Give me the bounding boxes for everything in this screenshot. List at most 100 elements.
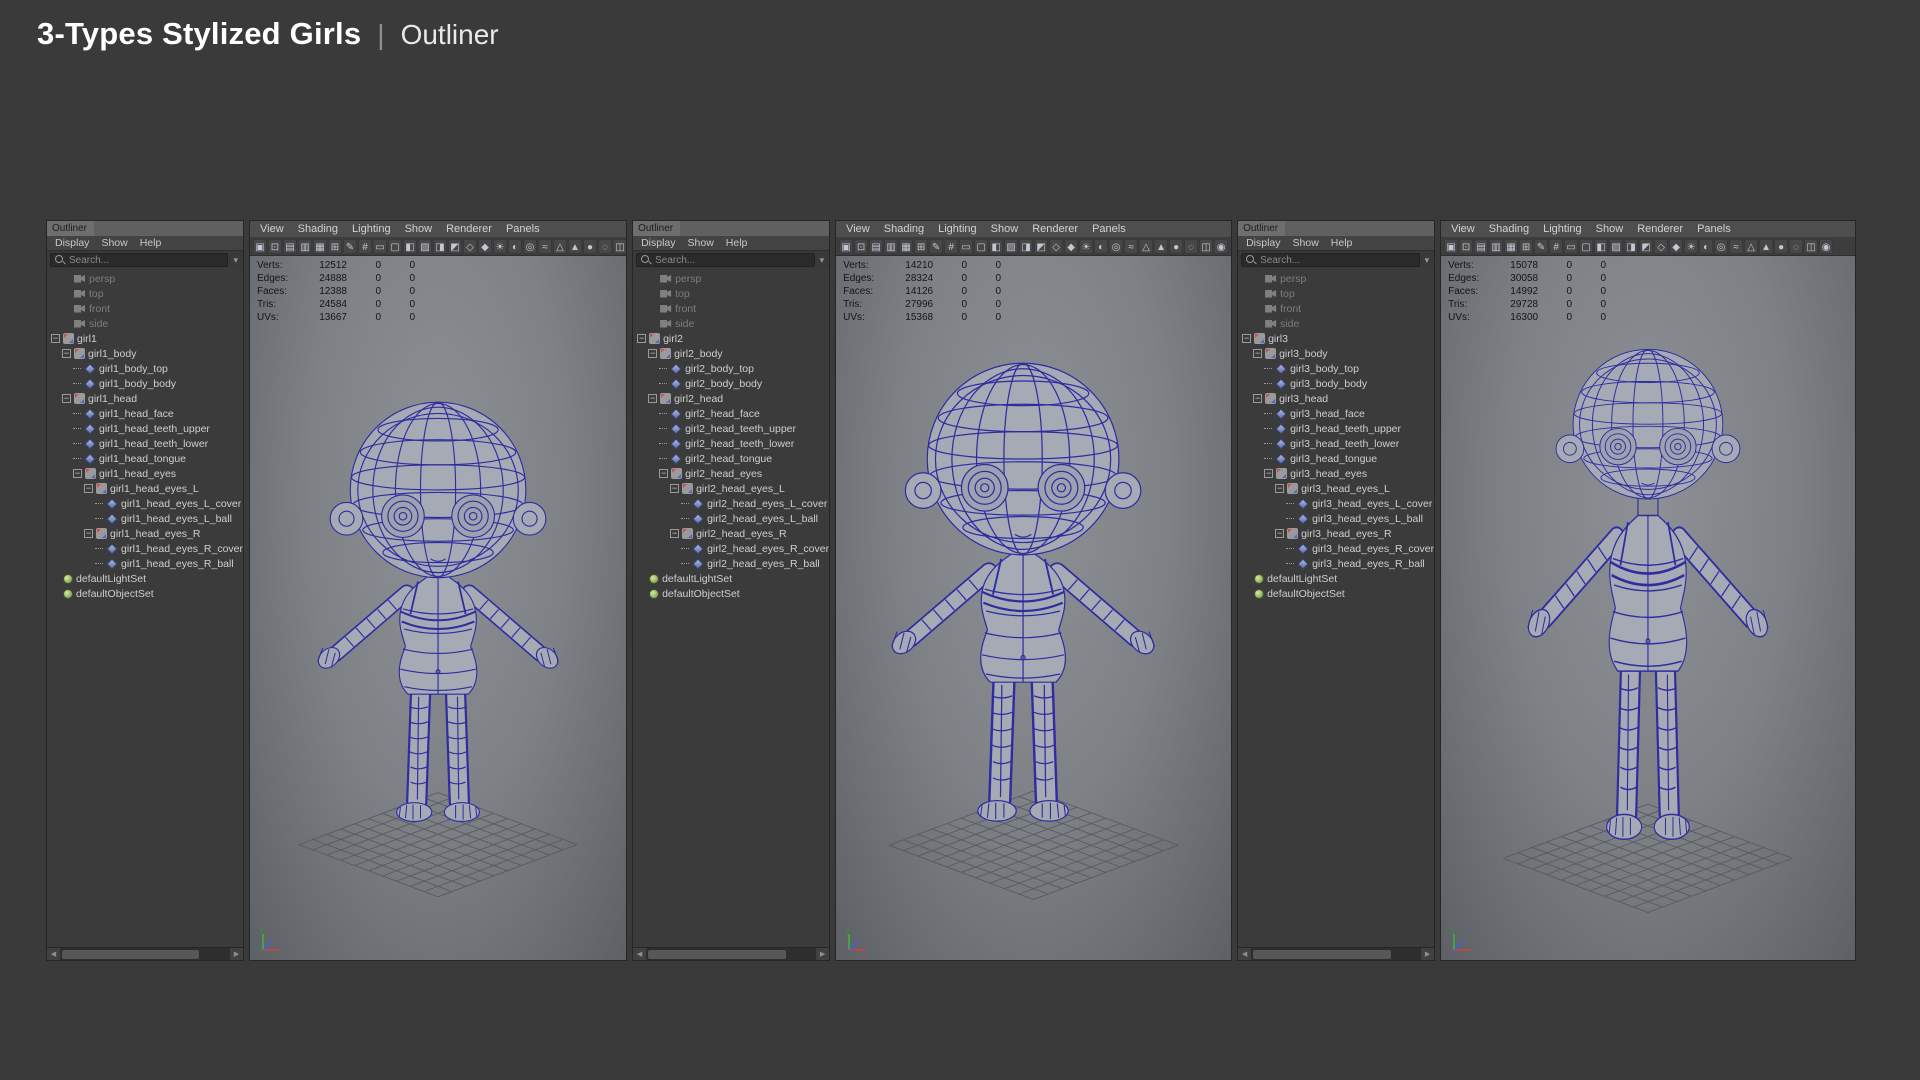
tree-expander-icon[interactable]	[1253, 274, 1262, 283]
field-chart-icon[interactable]: ▨	[1609, 238, 1624, 254]
outliner-tree-item[interactable]: girl1_head_face	[47, 406, 243, 421]
outliner-tree-item[interactable]: − girl1_head_eyes	[47, 466, 243, 481]
outliner-tree-item[interactable]: girl3_head_face	[1238, 406, 1434, 421]
viewport-menu-show[interactable]: Show	[985, 223, 1025, 235]
outliner-tree-item[interactable]: defaultLightSet	[633, 571, 829, 586]
outliner-tree-item[interactable]: − girl2	[633, 331, 829, 346]
tree-expander-icon[interactable]: −	[84, 484, 93, 493]
tree-expander-icon[interactable]	[681, 503, 690, 504]
resolution-gate-icon[interactable]: ▢	[1579, 238, 1594, 254]
tree-expander-icon[interactable]	[1253, 319, 1262, 328]
outliner-tree-item[interactable]: girl1_head_tongue	[47, 451, 243, 466]
safe-action-icon[interactable]: ◨	[433, 238, 447, 254]
viewport-menu-renderer[interactable]: Renderer	[1631, 223, 1689, 235]
outliner-tree-item[interactable]: girl3_head_teeth_upper	[1238, 421, 1434, 436]
outliner-tree-item[interactable]: defaultObjectSet	[633, 586, 829, 601]
outliner-tree-item[interactable]: girl3_body_body	[1238, 376, 1434, 391]
tree-expander-icon[interactable]	[95, 548, 103, 549]
scroll-track[interactable]	[646, 948, 816, 960]
frame-all-icon[interactable]: ◇	[1049, 238, 1064, 254]
outliner-tree-item[interactable]: front	[633, 301, 829, 316]
outliner-tree-item[interactable]: girl2_head_eyes_L_ball	[633, 511, 829, 526]
tree-expander-icon[interactable]: −	[84, 529, 93, 538]
grid-icon[interactable]: #	[944, 238, 959, 254]
frame-selection-icon[interactable]: ◆	[478, 238, 492, 254]
tree-expander-icon[interactable]	[648, 274, 657, 283]
outliner-tree-item[interactable]: front	[47, 301, 243, 316]
tree-expander-icon[interactable]	[637, 589, 646, 598]
gate-mask-icon[interactable]: ◧	[989, 238, 1004, 254]
xray-icon[interactable]: ◫	[1804, 238, 1819, 254]
outliner-tree-item[interactable]: side	[47, 316, 243, 331]
tree-expander-icon[interactable]	[681, 548, 690, 549]
outliner-tree-item[interactable]: girl3_head_eyes_R_cover	[1238, 541, 1434, 556]
lock-camera-icon[interactable]: ⊡	[854, 238, 869, 254]
tree-expander-icon[interactable]	[62, 319, 71, 328]
ambient-occlusion-icon[interactable]: ◎	[1109, 238, 1124, 254]
grease-pencil-icon[interactable]: ✎	[343, 238, 357, 254]
search-filter-caret-icon[interactable]: ▾	[231, 255, 240, 266]
outliner-tree-item[interactable]: girl2_head_eyes_R_cover	[633, 541, 829, 556]
tree-expander-icon[interactable]	[659, 383, 668, 384]
anti-aliasing-icon[interactable]: ≈	[538, 238, 552, 254]
select-camera-icon[interactable]: ▣	[839, 238, 854, 254]
outliner-tree-item[interactable]: defaultLightSet	[47, 571, 243, 586]
outliner-tree-item[interactable]: girl2_head_eyes_R_ball	[633, 556, 829, 571]
2d-pan-zoom-icon[interactable]: ⊞	[1519, 238, 1534, 254]
bookmarks-icon[interactable]: ▥	[1489, 238, 1504, 254]
outliner-tree-item[interactable]: girl3_head_teeth_lower	[1238, 436, 1434, 451]
outliner-tree-item[interactable]: girl1_head_eyes_L_ball	[47, 511, 243, 526]
tree-expander-icon[interactable]	[681, 518, 690, 519]
tree-expander-icon[interactable]: −	[1253, 394, 1263, 403]
tree-expander-icon[interactable]	[1264, 383, 1273, 384]
viewport-menu-panels[interactable]: Panels	[500, 223, 546, 235]
tree-expander-icon[interactable]: −	[62, 394, 71, 403]
tree-expander-icon[interactable]	[681, 563, 690, 564]
outliner-tree-item[interactable]: defaultObjectSet	[1238, 586, 1434, 601]
ambient-occlusion-icon[interactable]: ◎	[1714, 238, 1729, 254]
outliner-menu-display[interactable]: Display	[50, 237, 94, 249]
tree-expander-icon[interactable]: −	[1275, 484, 1285, 493]
shaded-icon[interactable]: ▲	[1154, 238, 1169, 254]
tree-expander-icon[interactable]	[1242, 589, 1251, 598]
viewport-menu-view[interactable]: View	[1445, 223, 1481, 235]
gate-mask-icon[interactable]: ◧	[1594, 238, 1609, 254]
outliner-tree-item[interactable]: girl1_body_top	[47, 361, 243, 376]
outliner-menu-show[interactable]: Show	[1288, 237, 1324, 249]
tree-expander-icon[interactable]	[51, 589, 60, 598]
outliner-menu-display[interactable]: Display	[1241, 237, 1285, 249]
viewport-menu-renderer[interactable]: Renderer	[1026, 223, 1084, 235]
outliner-tree-item[interactable]: defaultLightSet	[1238, 571, 1434, 586]
tree-expander-icon[interactable]: −	[1275, 529, 1285, 538]
tree-expander-icon[interactable]	[73, 383, 81, 384]
viewport-menu-view[interactable]: View	[254, 223, 290, 235]
outliner-tree-item[interactable]: − girl3	[1238, 331, 1434, 346]
scroll-left-icon[interactable]: ◀	[1238, 948, 1252, 960]
wireframe-icon[interactable]: △	[1744, 238, 1759, 254]
outliner-tree-item[interactable]: − girl3_head_eyes_L	[1238, 481, 1434, 496]
shaded-icon[interactable]: ▲	[1759, 238, 1774, 254]
shaded-icon[interactable]: ▲	[568, 238, 582, 254]
image-plane-icon[interactable]: ▦	[899, 238, 914, 254]
outliner-tree-item[interactable]: girl2_body_top	[633, 361, 829, 376]
frame-selection-icon[interactable]: ◆	[1064, 238, 1079, 254]
tree-expander-icon[interactable]	[73, 443, 81, 444]
lighting-icon[interactable]: ☀	[1079, 238, 1094, 254]
anti-aliasing-icon[interactable]: ≈	[1124, 238, 1139, 254]
tree-expander-icon[interactable]	[1286, 548, 1295, 549]
lock-camera-icon[interactable]: ⊡	[1459, 238, 1474, 254]
film-gate-icon[interactable]: ▭	[1564, 238, 1579, 254]
outliner-menu-help[interactable]: Help	[721, 237, 753, 249]
tree-expander-icon[interactable]	[659, 428, 668, 429]
scroll-track[interactable]	[1251, 948, 1421, 960]
grease-pencil-icon[interactable]: ✎	[929, 238, 944, 254]
xray-icon[interactable]: ◫	[1199, 238, 1214, 254]
outliner-tree-item[interactable]: girl2_head_face	[633, 406, 829, 421]
viewport-canvas[interactable]: Verts: 14210 0 0 Edges: 28324 0 0 Faces:…	[836, 256, 1232, 960]
viewport-menu-panels[interactable]: Panels	[1086, 223, 1132, 235]
safe-action-icon[interactable]: ◨	[1624, 238, 1639, 254]
shadows-icon[interactable]: ◐	[1094, 238, 1109, 254]
tree-expander-icon[interactable]	[648, 304, 657, 313]
scroll-thumb[interactable]	[62, 949, 200, 959]
scroll-right-icon[interactable]: ▶	[230, 948, 243, 960]
